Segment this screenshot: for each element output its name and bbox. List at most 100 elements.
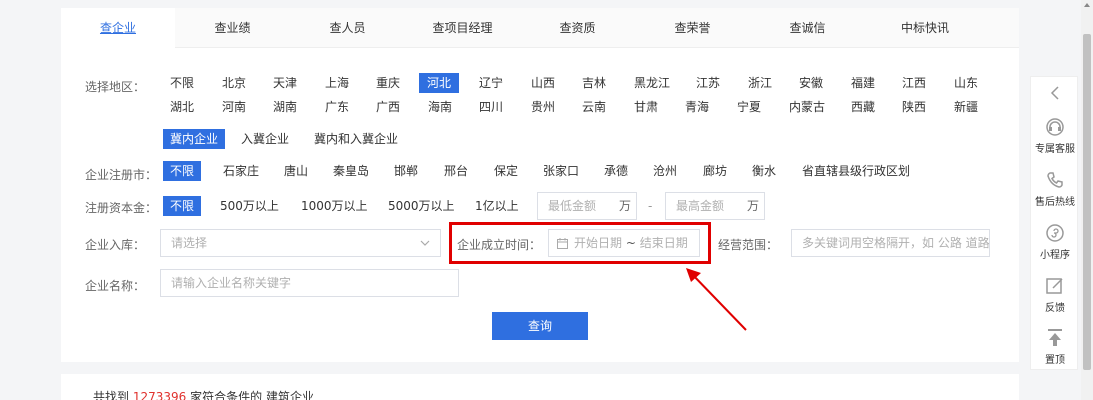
result-panel: 共找到 1273396 家符合条件的 建筑企业 — [61, 374, 1019, 400]
region-option[interactable]: 天津 — [273, 73, 297, 93]
sidebar-label: 小程序 — [1040, 250, 1070, 261]
region-option[interactable]: 湖南 — [273, 97, 297, 117]
result-summary: 共找到 1273396 家符合条件的 建筑企业 — [93, 388, 314, 400]
region-option[interactable]: 上海 — [325, 73, 349, 93]
headset-icon — [1046, 118, 1064, 136]
region-option[interactable]: 甘肃 — [634, 97, 658, 117]
region-option[interactable]: 不限 — [170, 73, 194, 93]
region-option[interactable]: 黑龙江 — [634, 73, 670, 93]
sidebar-item-customer-service[interactable]: 专属客服 — [1031, 117, 1079, 155]
region-option[interactable]: 陕西 — [902, 97, 926, 117]
region-option[interactable]: 新疆 — [954, 97, 978, 117]
scope-placeholder: 多关键词用空格隔开，如 公路 道路 — [802, 236, 990, 250]
scope-input[interactable]: 多关键词用空格隔开，如 公路 道路 — [791, 229, 990, 257]
region-option[interactable]: 海南 — [428, 97, 452, 117]
capital-option[interactable]: 1000万以上 — [301, 196, 368, 216]
city-option[interactable]: 石家庄 — [223, 161, 259, 181]
region-option[interactable]: 宁夏 — [737, 97, 761, 117]
region-option[interactable]: 辽宁 — [479, 73, 503, 93]
tab-personnel[interactable]: 查人员 — [290, 8, 405, 48]
scope-label: 经营范围： — [718, 238, 779, 252]
name-placeholder: 请输入企业名称关键字 — [171, 276, 292, 290]
region-option[interactable]: 青海 — [685, 97, 709, 117]
region-option[interactable]: 河南 — [222, 97, 246, 117]
capital-min-placeholder: 最低金额 — [548, 199, 597, 213]
tab-company[interactable]: 查企业 — [61, 8, 175, 49]
region-option[interactable]: 浙江 — [748, 73, 772, 93]
region-option[interactable]: 四川 — [479, 97, 503, 117]
chevron-left-icon[interactable] — [1050, 86, 1060, 100]
scroll-up-arrow-icon[interactable] — [1084, 3, 1090, 7]
query-button[interactable]: 查询 — [492, 312, 588, 340]
tab-bar: 查企业 查业绩 查人员 查项目经理 查资质 查荣誉 查诚信 中标快讯 — [61, 8, 1019, 49]
capital-min-input[interactable]: 最低金额 万 — [537, 192, 637, 220]
name-label: 企业名称： — [85, 279, 146, 293]
sidebar-label: 专属客服 — [1035, 144, 1075, 155]
phone-icon — [1047, 172, 1063, 188]
name-input[interactable]: 请输入企业名称关键字 — [160, 269, 459, 297]
city-option[interactable]: 衡水 — [752, 161, 776, 181]
region-option[interactable]: 山西 — [531, 73, 555, 93]
city-option[interactable]: 邢台 — [444, 161, 468, 181]
mini-program-icon — [1046, 224, 1064, 242]
capital-option[interactable]: 5000万以上 — [388, 196, 455, 216]
region-label: 选择地区： — [85, 80, 146, 94]
entry-select[interactable]: 请选择 — [160, 229, 441, 257]
region-option[interactable]: 重庆 — [376, 73, 400, 93]
city-option[interactable]: 沧州 — [653, 161, 677, 181]
capital-label: 注册资本金： — [85, 201, 158, 215]
city-option[interactable]: 廊坊 — [703, 161, 727, 181]
region-option[interactable]: 湖北 — [170, 97, 194, 117]
region-option[interactable]: 贵州 — [531, 97, 555, 117]
region-option[interactable]: 江西 — [902, 73, 926, 93]
sidebar-item-feedback[interactable]: 反馈 — [1031, 276, 1079, 314]
city-option[interactable]: 保定 — [494, 161, 518, 181]
city-option[interactable]: 省直辖县级行政区划 — [802, 161, 910, 181]
city-option[interactable]: 承德 — [604, 161, 628, 181]
region-option[interactable]: 云南 — [582, 97, 606, 117]
region-option[interactable]: 山东 — [954, 73, 978, 93]
region-option[interactable]: 广东 — [325, 97, 349, 117]
capital-option[interactable]: 1亿以上 — [475, 196, 519, 216]
sub-option[interactable]: 入冀企业 — [241, 129, 289, 149]
tab-honor[interactable]: 查荣誉 — [635, 8, 750, 48]
entry-label: 企业入库： — [85, 238, 146, 252]
tab-credit[interactable]: 查诚信 — [750, 8, 865, 48]
capital-min-unit: 万 — [618, 199, 631, 213]
edit-icon — [1046, 278, 1063, 294]
annotation-arrow-icon — [686, 268, 747, 331]
region-option[interactable]: 安徽 — [799, 73, 823, 93]
sub-option-selected[interactable]: 冀内企业 — [163, 129, 226, 149]
capital-option-selected[interactable]: 不限 — [163, 196, 202, 216]
back-to-top-icon — [1048, 329, 1062, 346]
tab-performance[interactable]: 查业绩 — [175, 8, 290, 48]
city-option[interactable]: 秦皇岛 — [333, 161, 369, 181]
region-option-selected[interactable]: 河北 — [419, 73, 459, 93]
region-option[interactable]: 广西 — [376, 97, 400, 117]
capital-max-input[interactable]: 最高金额 万 — [665, 192, 765, 220]
capital-max-unit: 万 — [746, 199, 759, 213]
city-option[interactable]: 张家口 — [543, 161, 579, 181]
result-prefix: 共找到 — [93, 390, 130, 400]
sidebar-item-back-to-top[interactable]: 置顶 — [1031, 328, 1079, 366]
region-option[interactable]: 吉林 — [582, 73, 606, 93]
city-option-selected[interactable]: 不限 — [163, 161, 202, 181]
floating-sidebar: 专属客服 售后热线 小程序 反馈 置顶 — [1030, 76, 1078, 370]
city-option[interactable]: 邯郸 — [394, 161, 418, 181]
region-option[interactable]: 北京 — [222, 73, 246, 93]
city-option[interactable]: 唐山 — [284, 161, 308, 181]
tab-project-manager[interactable]: 查项目经理 — [405, 8, 520, 48]
region-option[interactable]: 西藏 — [851, 97, 875, 117]
tab-bid-news[interactable]: 中标快讯 — [865, 8, 985, 48]
capital-option[interactable]: 500万以上 — [220, 196, 279, 216]
region-option[interactable]: 内蒙古 — [789, 97, 825, 117]
page-scrollbar[interactable] — [1081, 0, 1093, 400]
region-option[interactable]: 江苏 — [696, 73, 720, 93]
sidebar-item-hotline[interactable]: 售后热线 — [1031, 170, 1079, 208]
sidebar-item-mini-program[interactable]: 小程序 — [1031, 223, 1079, 261]
region-option[interactable]: 福建 — [851, 73, 875, 93]
sidebar-label: 反馈 — [1045, 303, 1065, 314]
scroll-thumb[interactable] — [1083, 34, 1091, 370]
sub-option[interactable]: 冀内和入冀企业 — [314, 129, 398, 149]
tab-qualification[interactable]: 查资质 — [520, 8, 635, 48]
